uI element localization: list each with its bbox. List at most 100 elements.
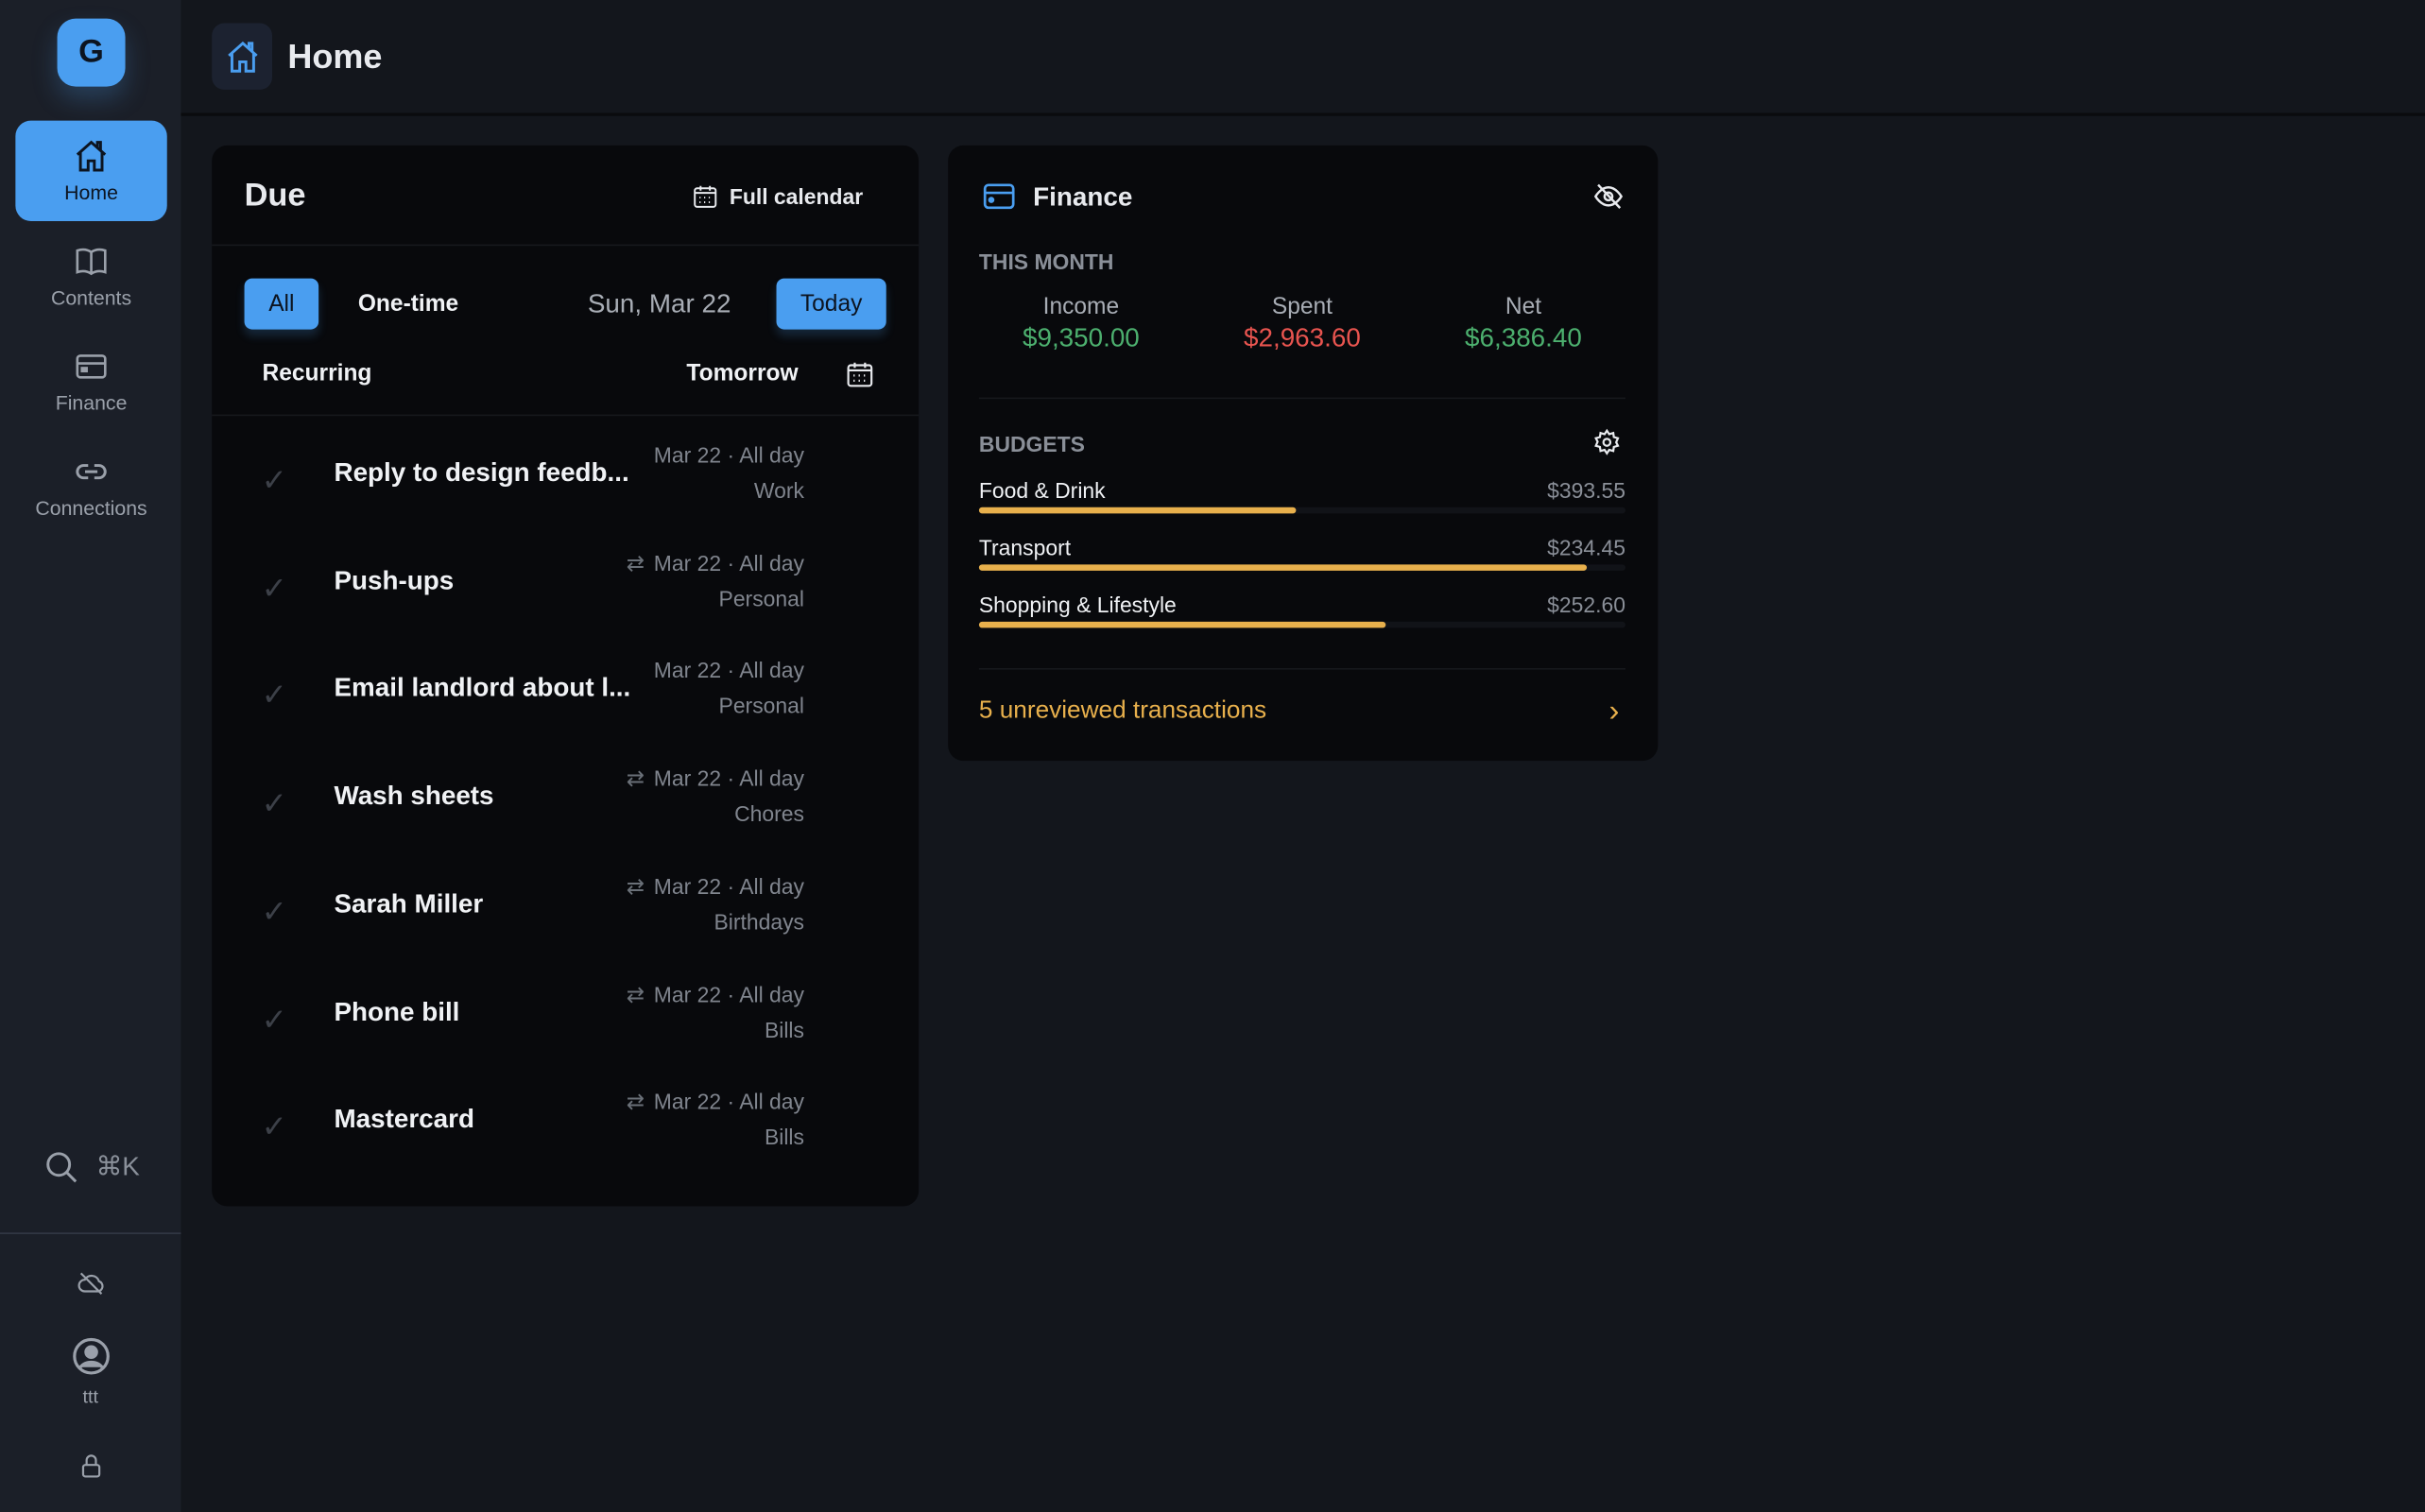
full-calendar-button[interactable]: Full calendar (691, 182, 863, 210)
search-shortcut: ⌘K (95, 1152, 139, 1183)
repeat-icon: ⇄ (627, 765, 645, 790)
card-icon (981, 180, 1018, 214)
calendar-icon (845, 359, 876, 390)
due-card: Due Full calendar All One-time Recurring… (212, 146, 919, 1207)
due-item-date: Mar 22 · All day (654, 442, 804, 467)
budget-progress-fill (979, 507, 1296, 514)
home-icon (223, 38, 260, 75)
sidebar-item-label: Finance (56, 391, 128, 415)
net-value: $6,386.40 (1415, 323, 1631, 354)
complete-checkbox[interactable]: ✓ (262, 461, 287, 500)
divider (212, 245, 919, 247)
sidebar-item-contents[interactable]: Contents (15, 226, 166, 326)
user-avatar-icon (70, 1336, 111, 1377)
due-item-category: Work (754, 478, 804, 503)
due-item[interactable]: ✓ Sarah Miller ⇄Mar 22 · All day Birthda… (212, 864, 919, 972)
repeat-icon: ⇄ (627, 873, 645, 898)
due-item[interactable]: ✓ Reply to design feedb... Mar 22 · All … (212, 433, 919, 541)
due-item-meta: ⇄ Mar 22 · All day (627, 1089, 804, 1115)
due-item-title: Push-ups (334, 565, 454, 596)
due-item-date: Mar 22 · All day (654, 765, 804, 790)
full-calendar-label: Full calendar (730, 184, 863, 209)
spent-value: $2,963.60 (1194, 323, 1410, 354)
repeat-icon: ⇄ (627, 981, 645, 1005)
username: ttt (83, 1385, 98, 1407)
sidebar-divider (0, 1232, 181, 1234)
link-icon (73, 453, 110, 490)
due-item-title: Email landlord about l... (334, 674, 630, 705)
search-button[interactable]: ⌘K (43, 1149, 140, 1186)
card-icon (73, 348, 110, 385)
due-item-date: Mar 22 · All day (654, 1089, 804, 1113)
complete-checkbox[interactable]: ✓ (262, 569, 287, 608)
tomorrow-button[interactable]: Tomorrow (676, 348, 809, 399)
sync-status-button[interactable] (0, 1268, 181, 1299)
due-item-meta: Mar 22 · All day (654, 658, 804, 682)
budget-amount: $393.55 (1547, 478, 1625, 503)
spent-label: Spent (1194, 294, 1410, 320)
due-item-category: Personal (719, 586, 804, 610)
due-item-category: Personal (719, 694, 804, 718)
budget-progress-fill (979, 622, 1386, 628)
sidebar-item-label: Contents (51, 286, 131, 310)
filter-all[interactable]: All (245, 279, 319, 330)
filter-one-time[interactable]: One-time (345, 279, 472, 330)
due-item-title: Phone bill (334, 997, 459, 1028)
user-profile-button[interactable]: ttt (0, 1336, 181, 1407)
complete-checkbox[interactable]: ✓ (262, 784, 287, 823)
lock-icon (77, 1451, 104, 1482)
due-item-meta: ⇄ Mar 22 · All day (627, 873, 804, 900)
budget-progress-track (979, 622, 1625, 628)
unreviewed-label: 5 unreviewed transactions (979, 697, 1266, 724)
budget-amount: $252.60 (1547, 593, 1625, 617)
due-item-date: Mar 22 · All day (654, 981, 804, 1005)
due-item-date: Mar 22 · All day (654, 550, 804, 575)
page-title: Home (287, 37, 382, 77)
budget-item[interactable]: Food & Drink $393.55 (979, 478, 1625, 514)
today-button[interactable]: Today (777, 279, 886, 330)
due-title: Due (245, 178, 306, 215)
sidebar-item-home[interactable]: Home (15, 121, 166, 221)
sidebar-item-label: Home (64, 180, 118, 204)
budget-item[interactable]: Shopping & Lifestyle $252.60 (979, 593, 1625, 628)
due-item[interactable]: ✓ Phone bill ⇄Mar 22 · All day Bills (212, 972, 919, 1081)
due-item-category: Chores (734, 801, 804, 826)
finance-card: Finance THIS MONTH Income$9,350.00 Spent… (948, 146, 1658, 761)
complete-checkbox[interactable]: ✓ (262, 677, 287, 715)
due-item[interactable]: ✓ Mastercard ⇄Mar 22 · All day Bills (212, 1080, 919, 1189)
due-item[interactable]: ✓ Email landlord about l... Mar 22 · All… (212, 648, 919, 757)
date-picker-button[interactable] (845, 359, 876, 398)
sidebar-item-finance[interactable]: Finance (15, 331, 166, 431)
filter-recurring[interactable]: Recurring (252, 348, 382, 399)
page-icon-box (212, 24, 272, 90)
complete-checkbox[interactable]: ✓ (262, 892, 287, 931)
top-bar: Home (181, 0, 2425, 116)
budget-item[interactable]: Transport $234.45 (979, 535, 1625, 571)
due-item-meta: ⇄Mar 22 · All day (627, 550, 804, 576)
sidebar-item-connections[interactable]: Connections (15, 436, 166, 536)
app-logo[interactable]: G (58, 19, 126, 87)
due-item[interactable]: ✓ Push-ups ⇄Mar 22 · All day Personal (212, 541, 919, 649)
repeat-icon: ⇄ (627, 1089, 645, 1113)
budget-amount: $234.45 (1547, 535, 1625, 559)
spent-stat: Spent $2,963.60 (1194, 294, 1410, 354)
eye-off-icon[interactable] (1593, 180, 1625, 212)
selected-date: Sun, Mar 22 (588, 289, 731, 320)
divider (979, 398, 1625, 400)
unreviewed-transactions-link[interactable]: 5 unreviewed transactions › (979, 697, 1625, 731)
budget-progress-fill (979, 564, 1587, 571)
sidebar: G Home Contents Finance Connections ⌘K t… (0, 0, 181, 1512)
net-label: Net (1415, 294, 1631, 320)
due-item[interactable]: ✓ Wash sheets ⇄Mar 22 · All day Chores (212, 756, 919, 865)
finance-title: Finance (1033, 182, 1132, 214)
complete-checkbox[interactable]: ✓ (262, 1000, 287, 1039)
lock-button[interactable] (0, 1451, 181, 1482)
sidebar-item-label: Connections (35, 496, 146, 520)
this-month-label: THIS MONTH (979, 249, 1114, 273)
divider (979, 668, 1625, 670)
due-item-date: Mar 22 · All day (654, 873, 804, 898)
gear-icon[interactable] (1593, 428, 1621, 455)
budget-progress-track (979, 507, 1625, 514)
complete-checkbox[interactable]: ✓ (262, 1108, 287, 1146)
chevron-right-icon: › (1608, 695, 1619, 730)
